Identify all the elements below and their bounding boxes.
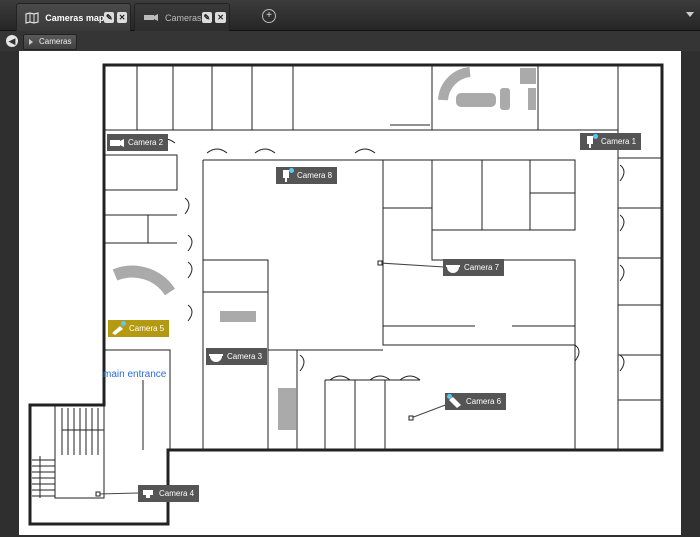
camera-label: Camera 3 xyxy=(227,352,263,361)
camera-4-marker[interactable]: Camera 4 xyxy=(138,485,200,502)
tab-cameras-map[interactable]: Cameras map ✎ ✕ xyxy=(16,3,131,31)
camera-label: Camera 6 xyxy=(466,397,502,406)
tab-label: Cameras map xyxy=(45,12,105,23)
tab-cameras[interactable]: Cameras ✎ ✕ xyxy=(134,3,230,31)
camera-label: Camera 8 xyxy=(297,171,333,180)
ptz-camera-icon xyxy=(141,488,155,500)
camera-8-marker[interactable]: Camera 8 xyxy=(276,167,338,184)
status-dot xyxy=(593,133,598,139)
tab-label: Cameras xyxy=(165,12,202,23)
breadcrumb[interactable]: Cameras xyxy=(23,34,78,50)
bullet-camera-icon xyxy=(111,320,126,335)
back-arrow-icon[interactable]: ◀ xyxy=(6,35,18,47)
camera-5-marker[interactable]: Camera 5 xyxy=(108,320,170,337)
camera-6-marker[interactable]: Camera 6 xyxy=(445,393,507,410)
camera-icon xyxy=(143,12,159,24)
edit-icon[interactable]: ✎ xyxy=(104,12,115,23)
bullet-camera-icon xyxy=(110,137,124,149)
map-icon xyxy=(25,11,39,24)
floor-plan xyxy=(28,63,664,526)
tab-bar: Cameras map ✎ ✕ Cameras ✎ ✕ + xyxy=(0,0,700,31)
edit-icon[interactable]: ✎ xyxy=(201,12,213,23)
map-viewport[interactable]: main entrance Camera 1 Camera 2 Camera 3… xyxy=(19,51,681,535)
breadcrumb-label: Cameras xyxy=(39,37,72,46)
camera-label: Camera 5 xyxy=(129,324,165,333)
status-dot xyxy=(447,393,452,399)
add-tab-icon[interactable]: + xyxy=(262,9,276,23)
navigation-bar: ◀ Cameras xyxy=(0,31,700,51)
camera-1-marker[interactable]: Camera 1 xyxy=(580,133,642,150)
camera-label: Camera 7 xyxy=(464,263,500,272)
chevron-right-icon xyxy=(29,39,33,45)
camera-2-marker[interactable]: Camera 2 xyxy=(107,134,169,151)
camera-label: Camera 1 xyxy=(601,137,637,146)
dome-camera-icon xyxy=(209,351,223,363)
box-camera-icon xyxy=(279,167,294,182)
camera-7-marker[interactable]: Camera 7 xyxy=(443,259,505,276)
camera-3-marker[interactable]: Camera 3 xyxy=(206,348,268,365)
camera-label: Camera 4 xyxy=(159,489,195,498)
status-dot xyxy=(121,320,126,326)
dome-camera-icon xyxy=(446,262,460,274)
chevron-down-icon[interactable] xyxy=(686,12,694,17)
bullet-camera-icon xyxy=(447,393,462,408)
close-icon[interactable]: ✕ xyxy=(117,12,127,23)
camera-label: Camera 2 xyxy=(128,138,164,147)
main-entrance-label: main entrance xyxy=(103,369,167,380)
close-icon[interactable]: ✕ xyxy=(215,12,226,23)
box-camera-icon xyxy=(583,133,598,148)
status-dot xyxy=(289,167,294,173)
